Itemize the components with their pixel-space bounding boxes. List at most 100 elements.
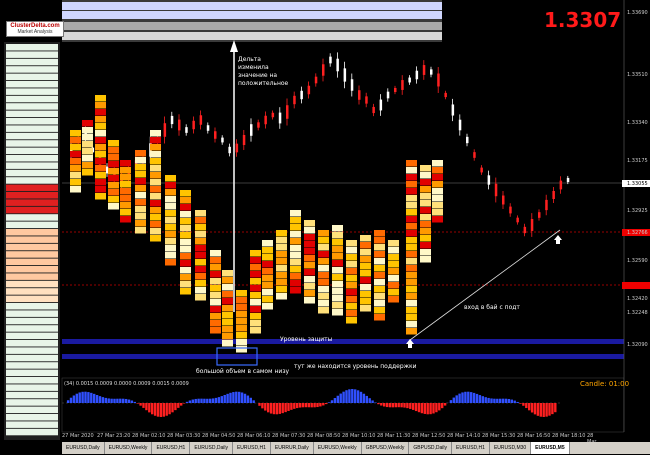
- cluster-cell: [82, 127, 93, 134]
- cluster-cell: [180, 274, 191, 281]
- chart-tab[interactable]: EURRUR,Daily: [271, 442, 314, 454]
- cluster-cell: [276, 293, 287, 300]
- cluster-cell: [95, 165, 106, 172]
- cluster-cell: [165, 224, 176, 231]
- volume-cell: [6, 110, 58, 118]
- cluster-cell: [406, 174, 417, 181]
- cluster-cell: [318, 251, 329, 258]
- cluster-cell: [360, 284, 371, 291]
- macd-bar: [226, 393, 229, 403]
- macd-bar: [412, 403, 415, 410]
- cluster-cell: [406, 237, 417, 244]
- cluster-cell: [332, 253, 343, 260]
- cluster-cell: [180, 225, 191, 232]
- cluster-cell: [250, 313, 261, 320]
- chart-tab[interactable]: GBPUSD,Daily: [409, 442, 453, 454]
- macd-bar: [148, 403, 151, 413]
- macd-bar: [81, 391, 84, 403]
- chart-tab[interactable]: EURUSD,H1: [233, 442, 271, 454]
- cluster-cell: [420, 228, 431, 235]
- cluster-cell: [180, 232, 191, 239]
- cluster-cell: [135, 150, 146, 157]
- cluster-cell: [360, 242, 371, 249]
- macd-bar: [124, 398, 128, 403]
- macd-bar: [116, 398, 119, 403]
- cluster-cell: [236, 339, 247, 346]
- cluster-cell: [406, 300, 417, 307]
- chart-tab[interactable]: EURUSD,H1: [152, 442, 191, 454]
- macd-bar: [322, 403, 325, 406]
- cluster-cell: [150, 200, 161, 207]
- macd-bar: [139, 403, 142, 406]
- cluster-cell: [150, 186, 161, 193]
- cluster-cell: [120, 209, 131, 216]
- macd-bar: [417, 403, 421, 413]
- cluster-cell: [318, 258, 329, 265]
- cluster-cell: [222, 284, 233, 291]
- cluster-cell: [180, 204, 191, 211]
- macd-bar: [336, 395, 339, 403]
- time-tick: 28 Mar 14:10: [447, 433, 481, 439]
- chart-tab[interactable]: EURUSD,M30: [490, 442, 532, 454]
- cluster-cell: [150, 137, 161, 144]
- chart-tab[interactable]: EURUSD,Daily: [190, 442, 233, 454]
- cluster-cell: [108, 196, 119, 203]
- macd-bar: [98, 396, 102, 403]
- candle-body: [206, 125, 210, 131]
- candle-body: [408, 77, 411, 83]
- cluster-cell: [95, 151, 106, 158]
- cluster-cell: [135, 192, 146, 199]
- macd-bar: [168, 403, 171, 415]
- cluster-cell: [332, 302, 343, 309]
- cluster-cell: [304, 234, 315, 241]
- volume-cell: [6, 118, 58, 125]
- chart-tab[interactable]: EURUSD,H1: [452, 442, 490, 454]
- delta-note-line: изменила: [238, 64, 269, 71]
- volume-cell: [6, 340, 58, 347]
- macd-bar: [423, 403, 426, 414]
- cluster-cell: [250, 306, 261, 313]
- macd-bar: [223, 394, 226, 403]
- cluster-cell: [374, 272, 385, 279]
- macd-bar: [293, 403, 296, 409]
- candle-body: [214, 131, 217, 139]
- chart-tab[interactable]: EURUSD,M5: [531, 442, 570, 454]
- cluster-cell: [236, 290, 247, 297]
- cluster-cell: [420, 221, 431, 228]
- candle-body: [451, 104, 455, 116]
- cluster-cell: [304, 262, 315, 269]
- cluster-cell: [304, 248, 315, 255]
- macd-bar: [351, 389, 354, 403]
- macd-bar: [435, 403, 438, 413]
- cluster-cell: [420, 207, 431, 214]
- macd-bar: [104, 397, 107, 403]
- macd-bar: [475, 393, 479, 403]
- cluster-cell: [360, 291, 371, 298]
- cluster-cell: [332, 225, 343, 232]
- time-tick: 28 Mar 06:10: [237, 433, 271, 439]
- macd-bar: [220, 396, 223, 403]
- volume-cell: [6, 391, 58, 399]
- macd-bar: [249, 397, 252, 403]
- candle-body: [487, 175, 491, 185]
- candle-body: [192, 120, 195, 130]
- cluster-cell: [222, 298, 233, 305]
- macd-bar: [539, 403, 542, 417]
- cluster-cell: [222, 319, 233, 326]
- logo-sub: Market Analysis: [17, 29, 53, 35]
- cluster-cell: [250, 320, 261, 327]
- chart-tab[interactable]: GBPUSD,Weekly: [362, 442, 410, 454]
- macd-bar: [533, 403, 537, 415]
- cluster-cell: [70, 186, 81, 193]
- macd-bar: [211, 398, 215, 403]
- macd-bar: [455, 395, 458, 403]
- chart-tab[interactable]: EURUSD,Weekly: [314, 442, 362, 454]
- cluster-cell: [210, 292, 221, 299]
- cluster-cell: [95, 95, 106, 102]
- time-tick: 27 Mar 2020: [62, 433, 94, 439]
- cluster-cell: [262, 247, 273, 254]
- chart-tab[interactable]: EURUSD,Daily: [62, 442, 105, 454]
- cluster-cell: [406, 321, 417, 328]
- chart-tab[interactable]: EURUSD,Weekly: [105, 442, 153, 454]
- brand-logo: ClusterDelta.com Market Analysis: [6, 21, 64, 37]
